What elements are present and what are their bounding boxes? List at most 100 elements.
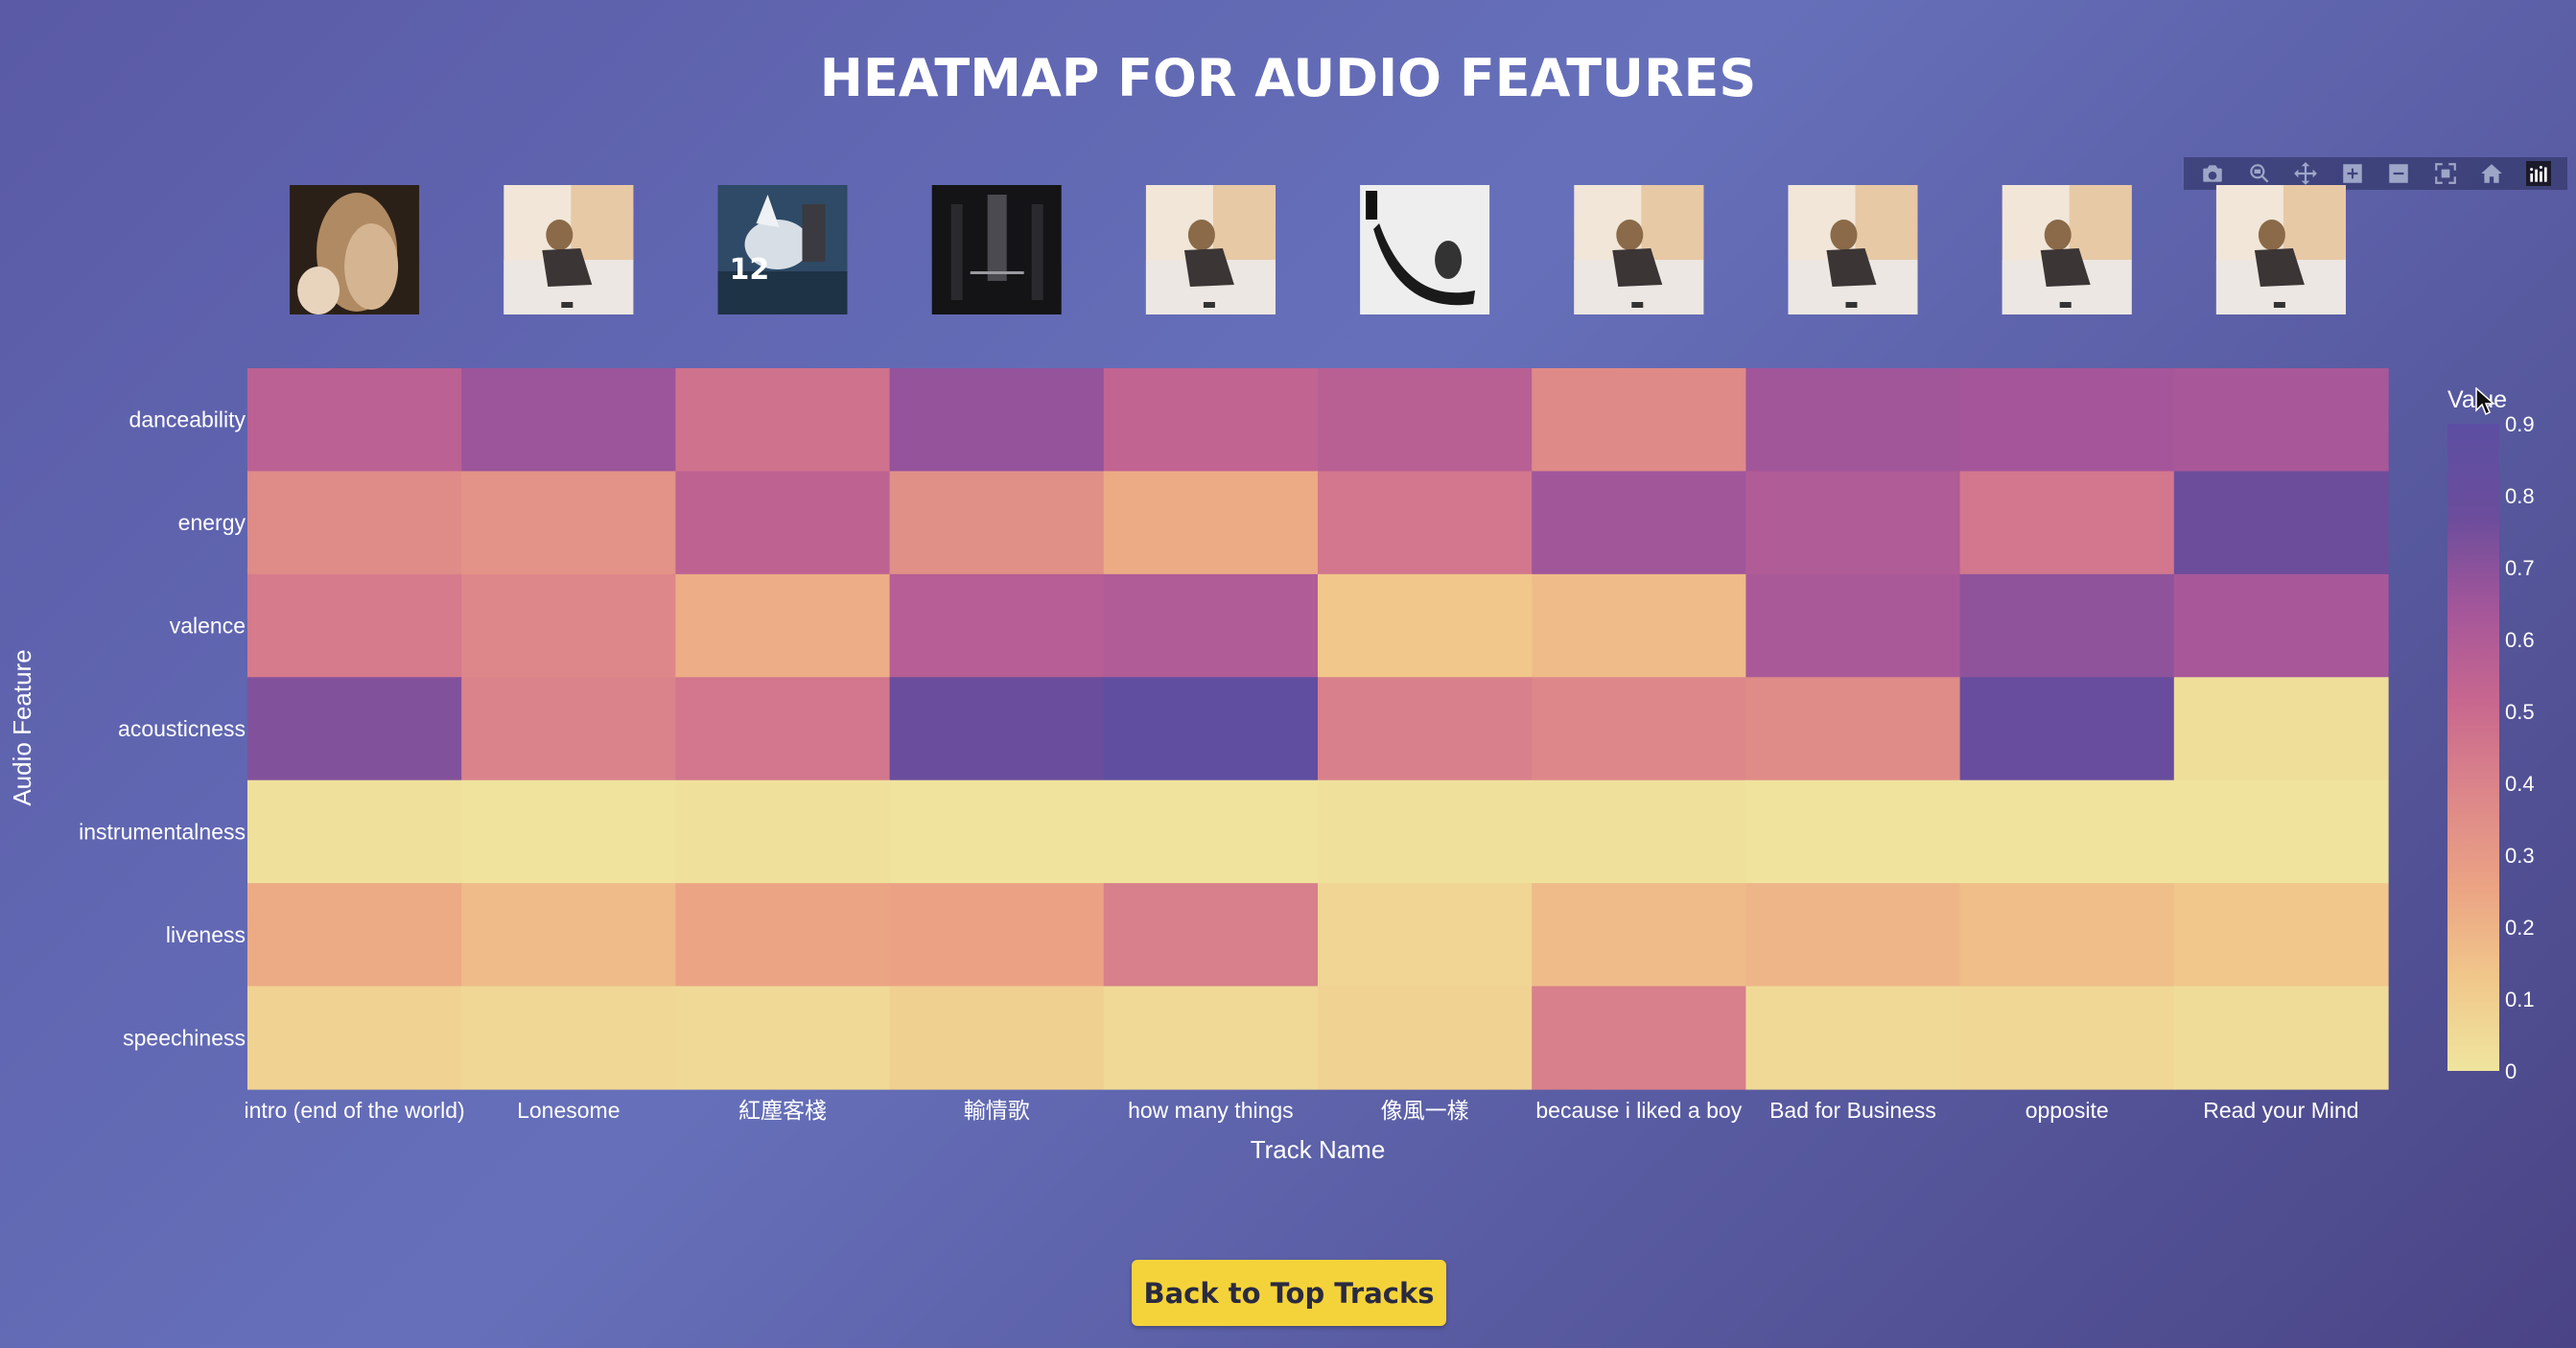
heatmap-cell-speechiness-9[interactable] — [2173, 986, 2389, 1090]
heatmap-cell-valence-5[interactable] — [1318, 573, 1533, 678]
heatmap-cell-instrumentalness-7[interactable] — [1745, 779, 1961, 884]
heatmap-cell-liveness-9[interactable] — [2173, 883, 2389, 988]
heatmap-cell-acousticness-7[interactable] — [1745, 677, 1961, 781]
x-tick-label: because i liked a boy — [1535, 1098, 1742, 1123]
heatmap-cell-acousticness-6[interactable] — [1532, 677, 1746, 781]
album-art-image — [1788, 185, 1918, 314]
heatmap-cell-valence-8[interactable] — [1959, 573, 2175, 678]
y-axis-title: Audio Feature — [8, 649, 36, 805]
heatmap-cell-liveness-3[interactable] — [889, 883, 1105, 988]
album-art-image — [1145, 185, 1276, 314]
heatmap-cell-energy-4[interactable] — [1103, 471, 1319, 575]
y-tick-label: acousticness — [118, 716, 246, 741]
colorbar-tick-label: 0.5 — [2505, 700, 2535, 724]
heatmap-cell-danceability-3[interactable] — [889, 368, 1105, 473]
heatmap-cell-valence-3[interactable] — [889, 573, 1105, 678]
heatmap-cell-speechiness-1[interactable] — [461, 986, 676, 1090]
heatmap-cell-acousticness-0[interactable] — [247, 677, 462, 781]
album-art-image — [931, 185, 1062, 314]
heatmap-cell-energy-1[interactable] — [461, 471, 676, 575]
heatmap-cell-liveness-0[interactable] — [247, 883, 462, 988]
y-tick-label: valence — [170, 614, 246, 639]
heatmap-cell-instrumentalness-6[interactable] — [1532, 779, 1746, 884]
heatmap-cell-instrumentalness-2[interactable] — [675, 779, 891, 884]
heatmap-cell-liveness-2[interactable] — [675, 883, 891, 988]
heatmap-cell-instrumentalness-4[interactable] — [1103, 779, 1319, 884]
heatmap-cell-liveness-5[interactable] — [1318, 883, 1533, 988]
heatmap-cell-acousticness-2[interactable] — [675, 677, 891, 781]
x-axis-title: Track Name — [1251, 1135, 1386, 1164]
heatmap-cell-acousticness-5[interactable] — [1318, 677, 1533, 781]
y-tick-label: liveness — [166, 922, 246, 947]
album-art-image — [1360, 185, 1490, 314]
heatmap-cell-energy-6[interactable] — [1532, 471, 1746, 575]
album-art-image: 12 — [717, 185, 848, 314]
x-tick-label: 輸情歌 — [964, 1098, 1030, 1123]
heatmap-cell-speechiness-7[interactable] — [1745, 986, 1961, 1090]
colorbar-gradient — [2447, 424, 2499, 1071]
colorbar-tick-label: 0.1 — [2505, 988, 2535, 1011]
heatmap-cell-liveness-8[interactable] — [1959, 883, 2175, 988]
x-tick-label: 像風一樣 — [1381, 1098, 1469, 1123]
heatmap-cell-speechiness-5[interactable] — [1318, 986, 1533, 1090]
colorbar: Value 00.10.20.30.40.50.60.70.80.9 — [2447, 386, 2535, 1083]
heatmap-cell-energy-9[interactable] — [2173, 471, 2389, 575]
colorbar-tick-label: 0.3 — [2505, 844, 2535, 868]
heatmap-cell-acousticness-3[interactable] — [889, 677, 1105, 781]
heatmap-cell-speechiness-0[interactable] — [247, 986, 462, 1090]
heatmap-cell-danceability-5[interactable] — [1318, 368, 1533, 473]
heatmap-cell-danceability-9[interactable] — [2173, 368, 2389, 473]
heatmap-cell-danceability-2[interactable] — [675, 368, 891, 473]
heatmap-cell-acousticness-9[interactable] — [2173, 677, 2389, 781]
colorbar-tick-label: 0.4 — [2505, 772, 2535, 796]
heatmap-cell-danceability-7[interactable] — [1745, 368, 1961, 473]
heatmap-cell-instrumentalness-5[interactable] — [1318, 779, 1533, 884]
heatmap-cell-danceability-4[interactable] — [1103, 368, 1319, 473]
heatmap-cell-acousticness-1[interactable] — [461, 677, 676, 781]
y-tick-label: instrumentalness — [79, 819, 246, 844]
heatmap-cell-energy-5[interactable] — [1318, 471, 1533, 575]
heatmap-cell-valence-2[interactable] — [675, 573, 891, 678]
heatmap-cell-speechiness-8[interactable] — [1959, 986, 2175, 1090]
heatmap-cell-liveness-1[interactable] — [461, 883, 676, 988]
x-tick-label: opposite — [2026, 1098, 2109, 1123]
heatmap-cell-valence-1[interactable] — [461, 573, 676, 678]
mouse-cursor-icon — [2475, 387, 2495, 416]
heatmap-cell-danceability-8[interactable] — [1959, 368, 2175, 473]
heatmap-cell-speechiness-6[interactable] — [1532, 986, 1746, 1090]
heatmap-cell-instrumentalness-0[interactable] — [247, 779, 462, 884]
heatmap-cell-energy-7[interactable] — [1745, 471, 1961, 575]
heatmap-cell-danceability-1[interactable] — [461, 368, 676, 473]
heatmap-cell-energy-8[interactable] — [1959, 471, 2175, 575]
heatmap-cell-valence-6[interactable] — [1532, 573, 1746, 678]
heatmap-cell-speechiness-3[interactable] — [889, 986, 1105, 1090]
heatmap-cell-energy-0[interactable] — [247, 471, 462, 575]
heatmap-cell-instrumentalness-1[interactable] — [461, 779, 676, 884]
heatmap-cell-valence-7[interactable] — [1745, 573, 1961, 678]
album-art-image — [290, 185, 420, 314]
heatmap-cell-liveness-6[interactable] — [1532, 883, 1746, 988]
heatmap-cell-speechiness-2[interactable] — [675, 986, 891, 1090]
y-tick-labels: danceability energy valence acousticness ins… — [79, 407, 246, 1051]
back-to-top-tracks-button[interactable]: Back to Top Tracks — [1132, 1260, 1446, 1326]
heatmap-cell-speechiness-4[interactable] — [1103, 986, 1319, 1090]
x-tick-labels: intro (end of the world) Lonesome 紅塵客棧 輸情歌 h… — [245, 1098, 2359, 1123]
heatmap-cell-danceability-0[interactable] — [247, 368, 462, 473]
heatmap-cell-valence-0[interactable] — [247, 573, 462, 678]
heatmap-cell-acousticness-8[interactable] — [1959, 677, 2175, 781]
heatmap-cells — [247, 368, 2389, 1090]
heatmap-cell-instrumentalness-8[interactable] — [1959, 779, 2175, 884]
heatmap-cell-acousticness-4[interactable] — [1103, 677, 1319, 781]
heatmap-cell-liveness-7[interactable] — [1745, 883, 1961, 988]
album-art-image — [1574, 185, 1704, 314]
heatmap-cell-valence-4[interactable] — [1103, 573, 1319, 678]
heatmap-cell-instrumentalness-9[interactable] — [2173, 779, 2389, 884]
x-tick-label: how many things — [1128, 1098, 1294, 1123]
heatmap-cell-valence-9[interactable] — [2173, 573, 2389, 678]
heatmap-cell-energy-2[interactable] — [675, 471, 891, 575]
heatmap-cell-liveness-4[interactable] — [1103, 883, 1319, 988]
y-tick-label: speechiness — [123, 1025, 246, 1050]
heatmap-cell-instrumentalness-3[interactable] — [889, 779, 1105, 884]
heatmap-cell-danceability-6[interactable] — [1532, 368, 1746, 473]
heatmap-cell-energy-3[interactable] — [889, 471, 1105, 575]
